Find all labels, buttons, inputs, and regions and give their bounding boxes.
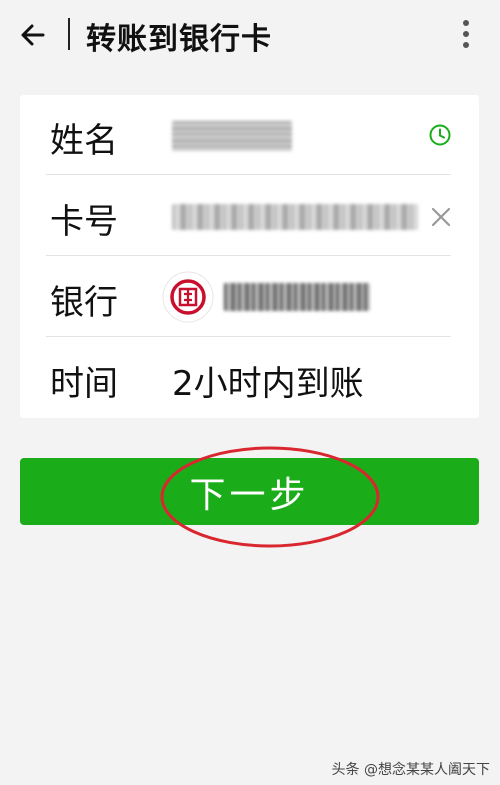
- row-separator: [46, 174, 451, 175]
- top-bar: 转账到银行卡: [0, 0, 500, 70]
- name-value-redacted[interactable]: [172, 121, 292, 151]
- time-label: 时间: [50, 364, 118, 404]
- close-icon[interactable]: [430, 206, 452, 228]
- time-row[interactable]: 时间 2小时内到账: [20, 338, 479, 418]
- more-vertical-icon: [463, 20, 469, 48]
- bank-label: 银行: [50, 283, 118, 323]
- transfer-form-card: 姓名 卡号 银行 时间 2小时内到账: [20, 95, 479, 418]
- arrival-time-value: 2小时内到账: [172, 364, 364, 404]
- next-step-button[interactable]: 下一步: [20, 458, 479, 525]
- title-divider: [68, 18, 70, 50]
- clock-icon[interactable]: [428, 123, 452, 147]
- card-number-value-redacted[interactable]: [172, 204, 418, 230]
- name-label: 姓名: [50, 121, 118, 161]
- row-separator: [46, 336, 451, 337]
- bank-logo-icon: [162, 271, 214, 323]
- arrow-left-icon: [21, 24, 45, 46]
- bank-row[interactable]: 银行: [20, 257, 479, 337]
- more-button[interactable]: [452, 16, 480, 52]
- row-separator: [46, 255, 451, 256]
- back-button[interactable]: [16, 18, 50, 52]
- name-row[interactable]: 姓名: [20, 95, 479, 175]
- card-number-row[interactable]: 卡号: [20, 176, 479, 256]
- page-title: 转账到银行卡: [86, 22, 272, 57]
- bank-name-redacted: [224, 283, 370, 311]
- card-number-label: 卡号: [50, 202, 118, 242]
- watermark-text: 头条 @想念某某人阖天下: [331, 762, 490, 778]
